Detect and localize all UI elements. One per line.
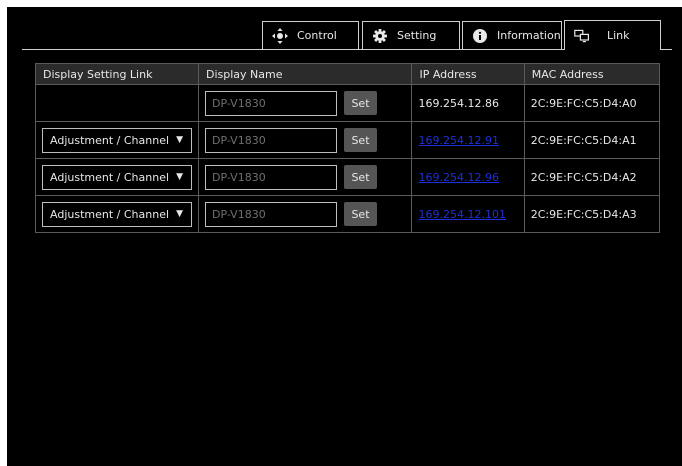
link-select[interactable]: Adjustment / Channel ▼ <box>42 127 192 153</box>
link-table: Display Setting Link Display Name IP Add… <box>35 63 661 233</box>
link-cell: Adjustment / Channel ▼ <box>35 158 199 196</box>
link-select[interactable]: Adjustment / Channel ▼ <box>42 164 192 190</box>
link-cell: Adjustment / Channel ▼ <box>35 195 199 233</box>
table-row: Adjustment / Channel ▼ Set 169.254.12.96… <box>35 158 661 196</box>
ip-cell: 169.254.12.101 <box>411 195 525 233</box>
link-select-value: Adjustment / Channel <box>50 170 170 184</box>
table-header-row: Display Setting Link Display Name IP Add… <box>35 63 661 85</box>
display-name-input[interactable] <box>205 90 337 116</box>
gear-icon <box>372 28 388 44</box>
ip-address-link[interactable]: 169.254.12.96 <box>418 171 498 184</box>
set-button[interactable]: Set <box>344 128 377 152</box>
ip-address: 169.254.12.86 <box>411 84 525 122</box>
chevron-down-icon: ▼ <box>176 172 183 182</box>
info-icon <box>472 28 488 44</box>
chevron-down-icon: ▼ <box>176 135 183 145</box>
chevron-down-icon: ▼ <box>176 209 183 219</box>
link-select[interactable]: Adjustment / Channel ▼ <box>42 201 192 227</box>
linked-displays-icon <box>574 28 590 44</box>
set-button[interactable]: Set <box>344 202 377 226</box>
table-row: Set 169.254.12.86 2C:9E:FC:C5:D4:A0 <box>35 84 661 122</box>
link-select-value: Adjustment / Channel <box>50 207 170 221</box>
name-cell: Set <box>197 84 413 122</box>
move-arrows-icon <box>272 27 288 44</box>
display-name-input[interactable] <box>205 164 337 190</box>
set-button[interactable]: Set <box>344 165 377 189</box>
tab-setting-label: Setting <box>397 29 437 42</box>
ip-cell: 169.254.12.91 <box>411 121 525 159</box>
mac-address: 2C:9E:FC:C5:D4:A2 <box>523 158 661 196</box>
set-button[interactable]: Set <box>344 91 377 115</box>
mac-address: 2C:9E:FC:C5:D4:A0 <box>523 84 661 122</box>
name-cell: Set <box>197 121 413 159</box>
tab-control-label: Control <box>297 29 337 42</box>
link-cell-empty <box>35 84 199 122</box>
ip-address-link[interactable]: 169.254.12.91 <box>418 134 498 147</box>
name-cell: Set <box>197 158 413 196</box>
header-mac-address: MAC Address <box>523 63 661 85</box>
ip-cell: 169.254.12.96 <box>411 158 525 196</box>
display-name-input[interactable] <box>205 201 337 227</box>
tab-setting[interactable]: Setting <box>362 21 460 49</box>
link-panel: Control Setting Information Link Display… <box>7 7 682 466</box>
mac-address: 2C:9E:FC:C5:D4:A1 <box>523 121 661 159</box>
mac-address: 2C:9E:FC:C5:D4:A3 <box>523 195 661 233</box>
table-row: Adjustment / Channel ▼ Set 169.254.12.91… <box>35 121 661 159</box>
header-ip-address: IP Address <box>411 63 525 85</box>
table-row: Adjustment / Channel ▼ Set 169.254.12.10… <box>35 195 661 233</box>
name-cell: Set <box>197 195 413 233</box>
link-select-value: Adjustment / Channel <box>50 133 170 147</box>
tab-link-label: Link <box>607 29 630 42</box>
ip-address-link[interactable]: 169.254.12.101 <box>418 208 505 221</box>
tab-link[interactable]: Link <box>564 20 661 50</box>
tab-control[interactable]: Control <box>262 21 359 49</box>
header-display-setting-link: Display Setting Link <box>35 63 199 85</box>
link-cell: Adjustment / Channel ▼ <box>35 121 199 159</box>
display-name-input[interactable] <box>205 127 337 153</box>
header-display-name: Display Name <box>197 63 413 85</box>
tab-information[interactable]: Information <box>462 21 562 49</box>
tab-information-label: Information <box>497 29 561 42</box>
